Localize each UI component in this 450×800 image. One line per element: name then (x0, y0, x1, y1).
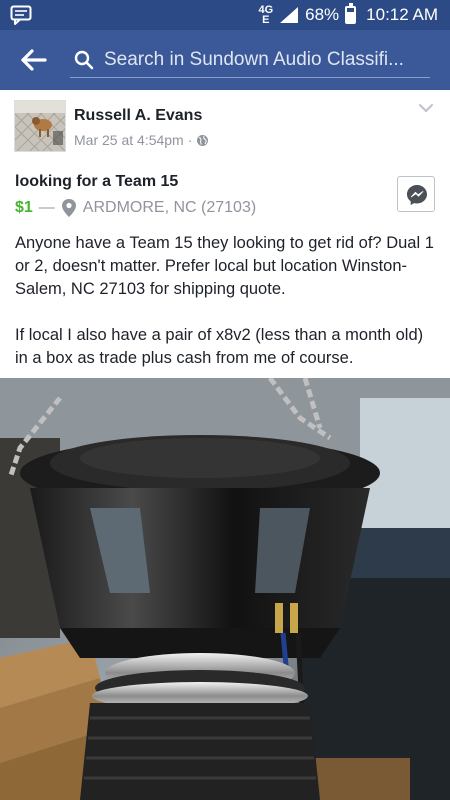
network-indicator: 4G E (258, 5, 273, 26)
post-body: Anyone have a Team 15 they looking to ge… (15, 232, 435, 393)
signal-icon (280, 7, 299, 23)
listing-price: $1 (15, 199, 33, 216)
post-header: Russell A. Evans Mar 25 at 4:54pm · (0, 90, 450, 160)
chevron-down-icon[interactable] (418, 102, 434, 114)
status-bar: 4G E 68% 10:12 AM (0, 0, 450, 30)
listing-location[interactable]: ARDMORE, NC (27103) (83, 199, 256, 217)
back-arrow-icon (21, 49, 47, 71)
battery-percent: 68% (305, 5, 340, 24)
post-paragraph: If local I also have a pair of x8v2 (les… (15, 326, 424, 367)
post-meta: Mar 25 at 4:54pm · (74, 132, 209, 148)
message-seller-button[interactable] (397, 176, 435, 212)
battery-icon (345, 3, 357, 24)
post-paragraph: Anyone have a Team 15 they looking to ge… (15, 234, 434, 298)
post-timestamp[interactable]: Mar 25 at 4:54pm (74, 132, 184, 148)
globe-icon (197, 134, 209, 146)
avatar-photo (15, 101, 65, 151)
messenger-icon (407, 185, 427, 205)
message-notification-icon (10, 5, 32, 25)
app-bar (0, 30, 450, 90)
back-button[interactable] (14, 42, 54, 78)
listing-title: looking for a Team 15 (15, 173, 179, 190)
clock: 10:12 AM (366, 5, 438, 24)
price-separator: — (38, 199, 55, 216)
post-photo[interactable] (0, 378, 450, 800)
network-subtype: E (262, 14, 270, 26)
listing-price-location: $1 — ARDMORE, NC (27103) (15, 197, 256, 219)
avatar[interactable] (14, 100, 66, 152)
search-input[interactable] (104, 45, 424, 75)
location-pin-icon (61, 199, 76, 217)
author-name[interactable]: Russell A. Evans (74, 107, 202, 125)
search-icon (74, 50, 94, 70)
meta-separator: · (187, 132, 193, 148)
subwoofer-photo (0, 378, 450, 800)
search-bar[interactable] (70, 42, 430, 78)
